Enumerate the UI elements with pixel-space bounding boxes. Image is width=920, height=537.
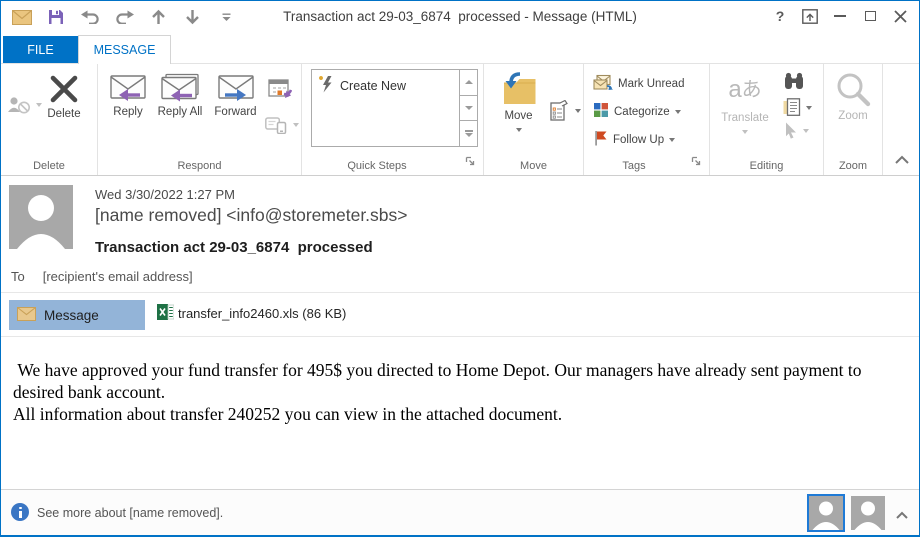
find-icon[interactable] <box>784 72 804 95</box>
attachment-item[interactable]: transfer_info2460.xls (86 KB) <box>157 304 346 323</box>
group-label-respond: Respond <box>177 160 222 172</box>
group-label-delete: Delete <box>33 160 65 172</box>
people-pane-text[interactable]: See more about [name removed]. <box>37 506 223 520</box>
translate-icon: aあ <box>728 76 762 103</box>
attachment-divider <box>1 336 919 337</box>
group-label-quick-steps: Quick Steps <box>347 160 407 172</box>
ribbon-group-editing: aあ Translate Editing <box>710 64 824 175</box>
follow-up-flag-icon <box>593 130 608 149</box>
gallery-scrollbar <box>459 70 477 146</box>
excel-file-icon <box>157 304 175 323</box>
to-label: To <box>11 269 25 284</box>
ribbon-group-zoom: Zoom Zoom <box>824 64 883 175</box>
ribbon-group-move: Move Move <box>484 64 584 175</box>
message-subject: Transaction act 29-03_6874 processed <box>95 239 373 256</box>
forward-icon <box>216 70 256 106</box>
gallery-more-button[interactable] <box>460 121 477 146</box>
close-icon[interactable] <box>885 2 915 30</box>
message-date: Wed 3/30/2022 1:27 PM <box>95 187 235 202</box>
mark-unread-icon <box>593 74 613 93</box>
tab-message[interactable]: MESSAGE <box>78 35 171 64</box>
sender-avatar[interactable] <box>9 185 73 249</box>
info-icon <box>11 503 29 521</box>
create-new-quick-step[interactable]: Create New <box>312 70 477 101</box>
related-icon[interactable] <box>783 98 812 117</box>
move-folder-icon <box>500 68 538 110</box>
delete-button[interactable]: Delete <box>35 70 93 121</box>
reply-icon <box>108 70 148 106</box>
categorize-dropdown-caret <box>674 109 681 114</box>
message-body: We have approved your fund transfer for … <box>13 359 905 425</box>
im-icon[interactable] <box>265 116 299 134</box>
header-divider <box>1 292 919 293</box>
message-to-row: To [recipient's email address] <box>11 269 193 284</box>
ribbon: Delete Delete Reply Reply All Forward Re… <box>1 64 919 176</box>
follow-up-dropdown-caret <box>669 137 676 142</box>
to-value[interactable]: [recipient's email address] <box>43 269 193 284</box>
minimize-icon[interactable] <box>825 2 855 30</box>
group-label-zoom: Zoom <box>838 160 868 172</box>
expand-people-pane-icon[interactable] <box>895 507 909 525</box>
message-view-tab[interactable]: Message <box>9 300 145 330</box>
ribbon-group-quick-steps: Create New Quick Steps <box>302 64 484 175</box>
move-actions-icon[interactable] <box>550 100 581 122</box>
body-paragraph: All information about transfer 240252 yo… <box>13 404 563 424</box>
gallery-scroll-down[interactable] <box>460 96 477 122</box>
attachment-filename: transfer_info2460.xls (86 KB) <box>178 306 347 321</box>
follow-up-button[interactable]: Follow Up <box>593 130 676 149</box>
window-controls: ? <box>765 1 915 31</box>
categorize-button[interactable]: Categorize <box>593 102 681 121</box>
attachment-bar: Message transfer_info2460.xls (86 KB) <box>1 298 919 338</box>
lightning-icon <box>318 75 334 96</box>
group-label-move: Move <box>520 160 547 172</box>
quick-steps-gallery: Create New <box>311 69 478 147</box>
people-pane: See more about [name removed]. <box>1 489 919 535</box>
group-label-tags: Tags <box>622 160 646 172</box>
categorize-icon <box>593 102 609 121</box>
help-icon[interactable]: ? <box>765 2 795 30</box>
outlook-message-window: Transaction act 29-03_6874 processed - M… <box>0 0 920 537</box>
people-avatar[interactable] <box>851 496 885 530</box>
ribbon-tab-row: FILE MESSAGE <box>1 33 919 64</box>
message-tab-envelope-icon <box>17 306 36 324</box>
translate-dropdown-caret <box>742 130 748 134</box>
delete-x-icon <box>49 70 79 108</box>
maximize-icon[interactable] <box>855 2 885 30</box>
group-label-editing: Editing <box>749 160 784 172</box>
message-sender[interactable]: [name removed] <info@storemeter.sbs> <box>95 205 408 226</box>
translate-button: aあ Translate <box>714 68 776 134</box>
meeting-icon[interactable] <box>268 78 293 105</box>
zoom-button: Zoom <box>828 70 878 123</box>
reply-all-button[interactable]: Reply All <box>155 70 205 119</box>
collapse-ribbon-icon[interactable] <box>894 152 910 170</box>
ribbon-group-tags: Mark Unread Categorize Follow Up Tags <box>584 64 710 175</box>
tags-dialog-launcher-icon[interactable] <box>691 153 701 171</box>
ribbon-group-respond: Reply Reply All Forward Respond <box>98 64 302 175</box>
reply-button[interactable]: Reply <box>104 70 152 119</box>
forward-button[interactable]: Forward <box>208 70 263 119</box>
people-avatar-selected[interactable] <box>807 494 845 532</box>
reply-all-icon <box>159 70 201 106</box>
reading-pane: Wed 3/30/2022 1:27 PM [name removed] <in… <box>1 177 919 491</box>
move-button[interactable]: Move <box>491 68 546 132</box>
title-bar: Transaction act 29-03_6874 processed - M… <box>1 1 919 33</box>
ribbon-display-options-icon[interactable] <box>795 2 825 30</box>
ribbon-group-delete: Delete Delete <box>1 64 98 175</box>
mark-unread-button[interactable]: Mark Unread <box>593 74 684 93</box>
zoom-magnifier-icon <box>835 70 871 110</box>
gallery-scroll-up[interactable] <box>460 70 477 96</box>
quick-steps-dialog-launcher-icon[interactable] <box>465 153 475 171</box>
move-dropdown-caret <box>515 128 522 132</box>
body-paragraph: We have approved your fund transfer for … <box>13 360 866 402</box>
tab-file[interactable]: FILE <box>3 36 78 63</box>
select-icon <box>784 122 809 139</box>
